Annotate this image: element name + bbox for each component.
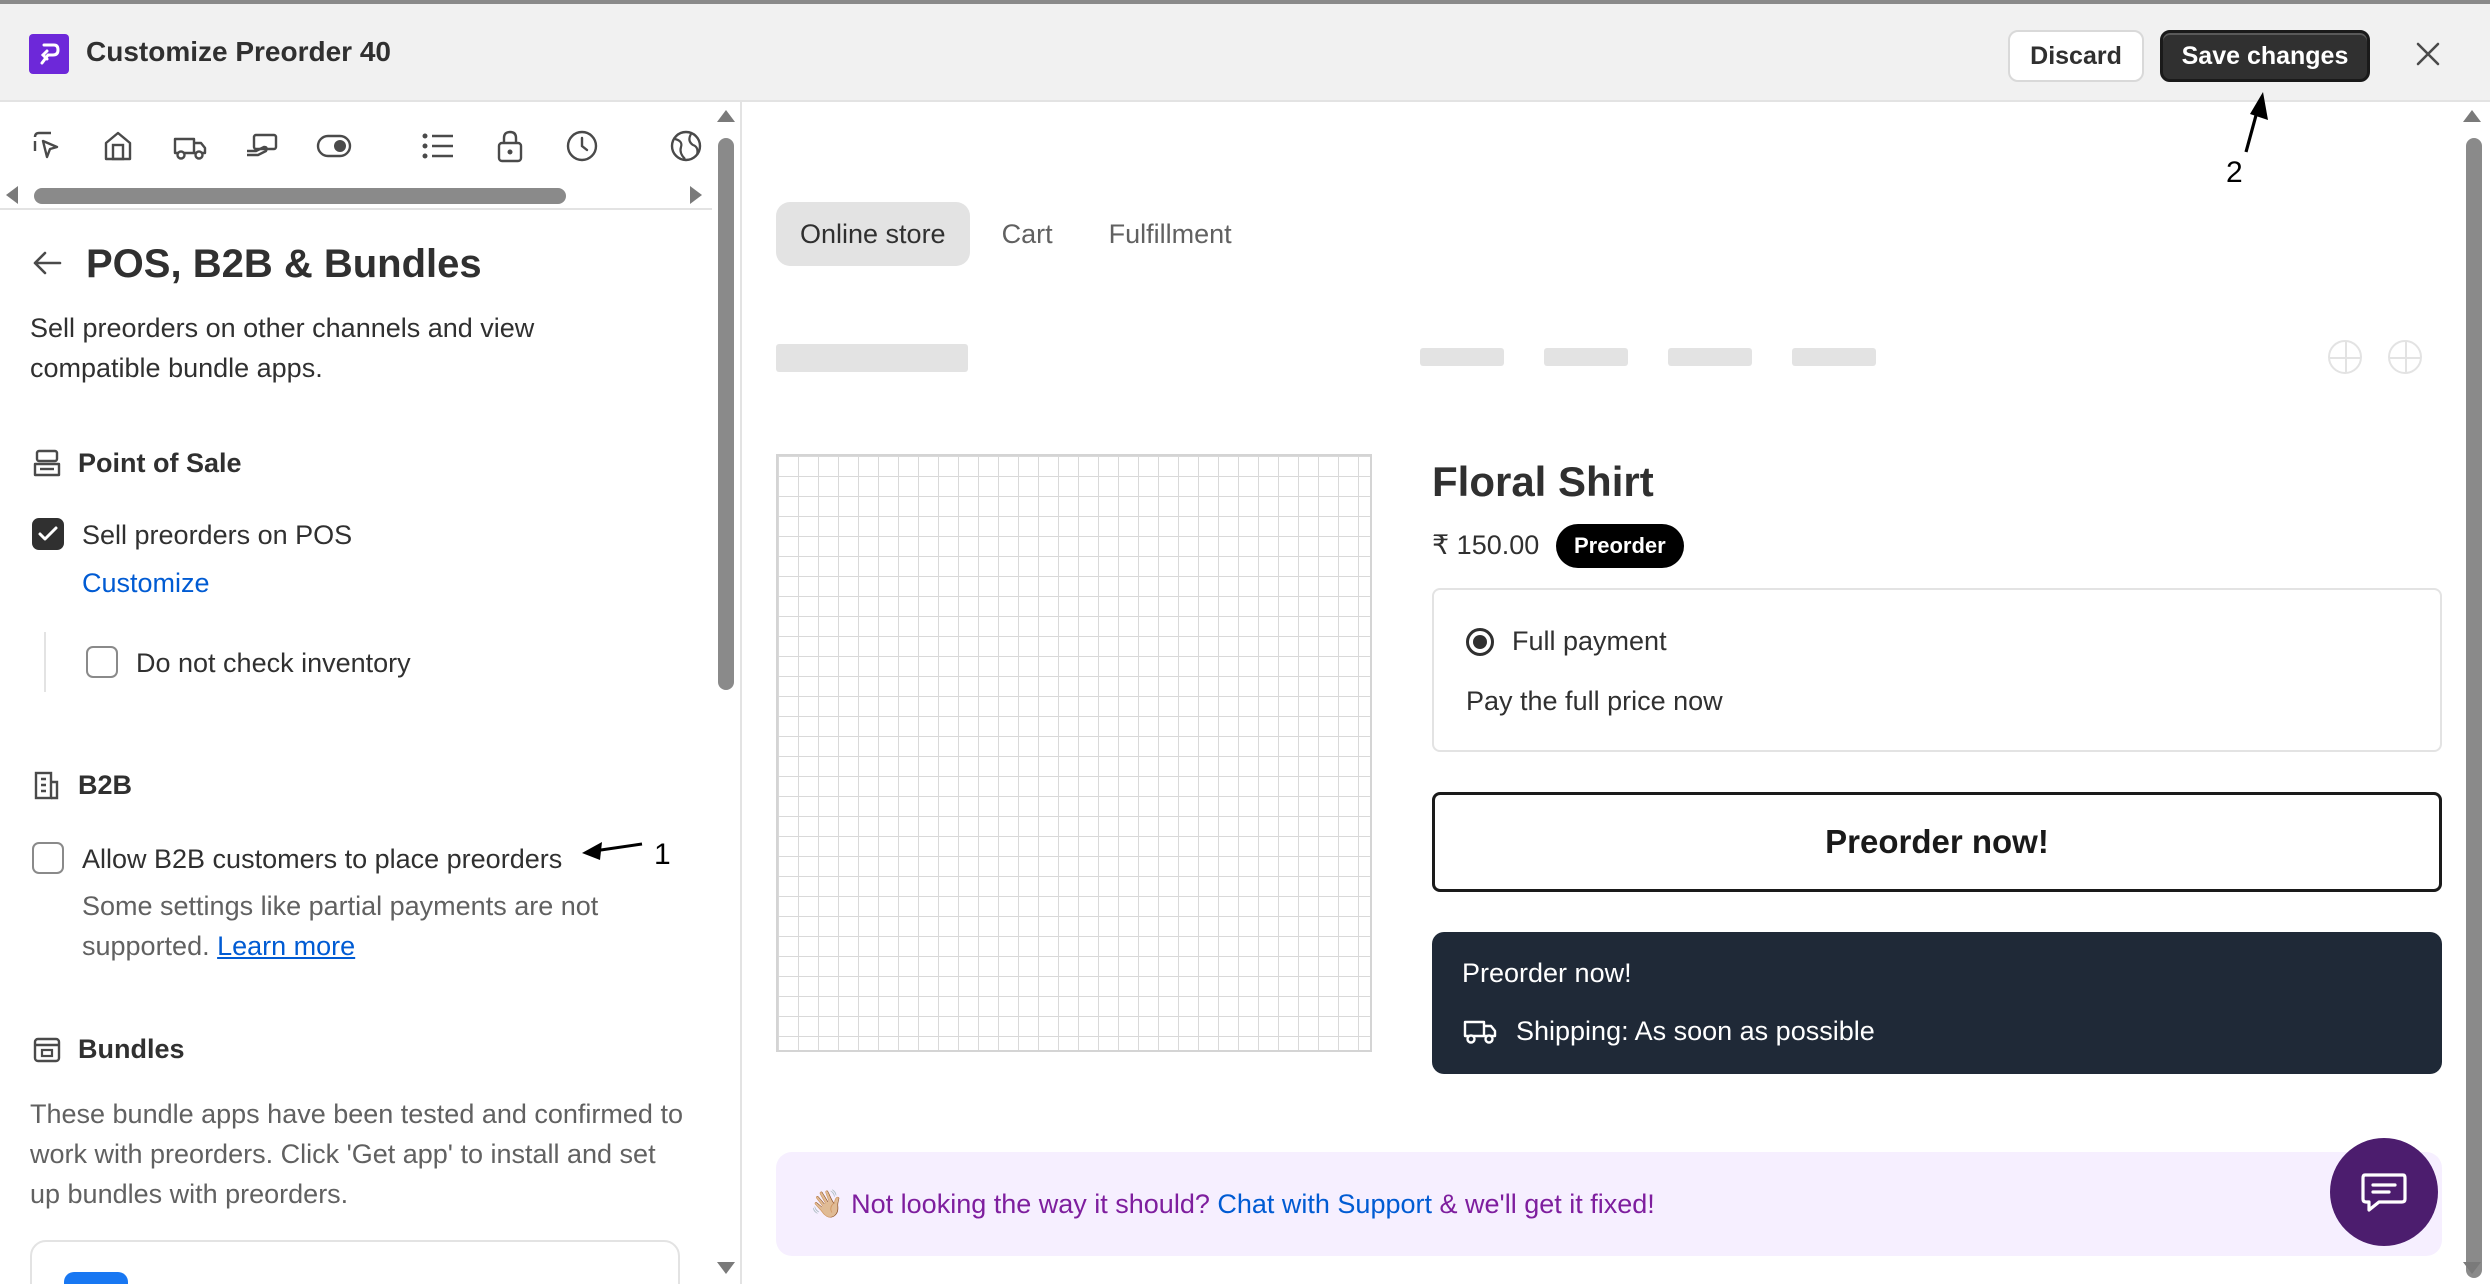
skeleton-logo [776,344,968,372]
bundles-group-title: Bundles [78,1034,185,1064]
scroll-up-icon[interactable] [717,110,735,122]
icon-tab-bar [0,102,712,210]
customize-link[interactable]: Customize [82,568,210,599]
support-suffix: & we'll get it fixed! [1439,1189,1655,1219]
b2b-help-text: Some settings like partial payments are … [82,886,642,966]
full-payment-radio[interactable] [1466,628,1494,656]
tab-cart[interactable]: Cart [978,202,1077,266]
wave-emoji: 👋🏼 [810,1189,844,1219]
building-icon [32,770,64,802]
scrollbar-thumb[interactable] [718,138,734,690]
preview-tabs: Online store Cart Fulfillment [776,202,1256,266]
section-description: Sell preorders on other channels and vie… [30,313,535,383]
section-title: POS, B2B & Bundles [86,242,482,286]
support-prefix: Not looking the way it should? [851,1189,1210,1219]
skeleton-nav-item [1544,348,1628,366]
shipping-info-box: Preorder now! Shipping: As soon as possi… [1432,932,2442,1074]
sell-on-pos-checkbox[interactable] [32,518,64,550]
chat-with-support-link[interactable]: Chat with Support [1217,1189,1432,1219]
bundles-description: These bundle apps have been tested and c… [30,1099,683,1209]
bundle-box-icon [32,1034,64,1066]
annotation-number: 1 [654,838,671,871]
chat-icon [2361,1173,2407,1212]
annotation-arrow-icon [582,842,643,860]
preorder-now-button[interactable]: Preorder now! [1432,792,2442,892]
allow-b2b-checkbox[interactable] [32,842,64,874]
full-payment-label[interactable]: Full payment [1512,626,1667,657]
back-arrow-icon[interactable] [32,250,66,280]
sidebar-vertical-scrollbar[interactable] [712,102,740,1284]
skeleton-nav-item [1420,348,1504,366]
toggle-icon[interactable] [310,122,358,170]
pos-register-icon [32,448,64,480]
settings-sidebar: POS, B2B & Bundles Sell preorders on oth… [0,102,742,1284]
hand-card-icon[interactable] [238,122,286,170]
scroll-up-icon[interactable] [2463,110,2481,122]
product-price: ₹ 150.00 [1432,530,1540,560]
scroll-down-icon[interactable] [2463,1262,2481,1274]
close-icon[interactable] [2408,34,2448,74]
lock-icon[interactable] [486,122,534,170]
preview-vertical-scrollbar[interactable] [2458,102,2490,1284]
app-title: Customize Preorder 40 [86,36,391,67]
skeleton-cart-icon [2388,340,2422,374]
skeleton-nav-item [1668,348,1752,366]
scrollbar-thumb[interactable] [34,188,566,204]
annotation-number: 2 [2226,156,2243,189]
b2b-group-title: B2B [78,770,133,800]
indent-divider [44,632,46,692]
do-not-check-inventory-label[interactable]: Do not check inventory [136,648,411,679]
pos-group-title: Point of Sale [78,448,242,478]
do-not-check-inventory-checkbox[interactable] [86,646,118,678]
scroll-left-icon[interactable] [6,186,18,204]
store-icon[interactable] [94,122,142,170]
cursor-icon[interactable] [22,122,70,170]
list-icon[interactable] [414,122,462,170]
horizontal-scrollbar[interactable] [0,180,712,208]
sell-on-pos-label[interactable]: Sell preorders on POS [82,520,352,551]
tab-fulfillment[interactable]: Fulfillment [1085,202,1256,266]
discard-button[interactable]: Discard [2008,30,2144,82]
scroll-right-icon[interactable] [690,186,702,204]
shipping-title: Preorder now! [1462,958,1632,988]
truck-icon [1462,1016,1498,1046]
bundle-app-card[interactable] [30,1240,680,1284]
bundle-app-logo-icon [64,1272,128,1284]
truck-icon[interactable] [166,122,214,170]
chat-support-button[interactable] [2330,1138,2438,1246]
payment-option-box[interactable]: Full payment Pay the full price now [1432,588,2442,752]
scroll-down-icon[interactable] [717,1262,735,1274]
globe-icon[interactable] [662,122,710,170]
save-changes-button[interactable]: Save changes [2160,30,2370,82]
skeleton-nav-item [1792,348,1876,366]
checkmark-icon [38,526,58,541]
annotation-arrow-icon [2244,92,2268,153]
product-name: Floral Shirt [1432,458,1654,505]
full-payment-description: Pay the full price now [1466,686,1723,716]
scrollbar-thumb[interactable] [2466,138,2482,1278]
app-logo-icon [29,34,69,74]
tab-online-store[interactable]: Online store [776,202,970,266]
support-message: 👋🏼 Not looking the way it should? Chat w… [810,1188,1655,1220]
skeleton-account-icon [2328,340,2362,374]
support-banner: 👋🏼 Not looking the way it should? Chat w… [776,1152,2442,1256]
learn-more-link[interactable]: Learn more [217,931,355,961]
product-image-placeholder [776,454,1372,1052]
shipping-text: Shipping: As soon as possible [1516,1016,1875,1046]
clock-icon[interactable] [558,122,606,170]
preorder-badge: Preorder [1556,524,1684,568]
allow-b2b-label[interactable]: Allow B2B customers to place preorders [82,844,562,875]
top-bar: Customize Preorder 40 Discard Save chang… [0,0,2490,102]
preview-panel: Online store Cart Fulfillment Floral Shi… [744,102,2490,1284]
